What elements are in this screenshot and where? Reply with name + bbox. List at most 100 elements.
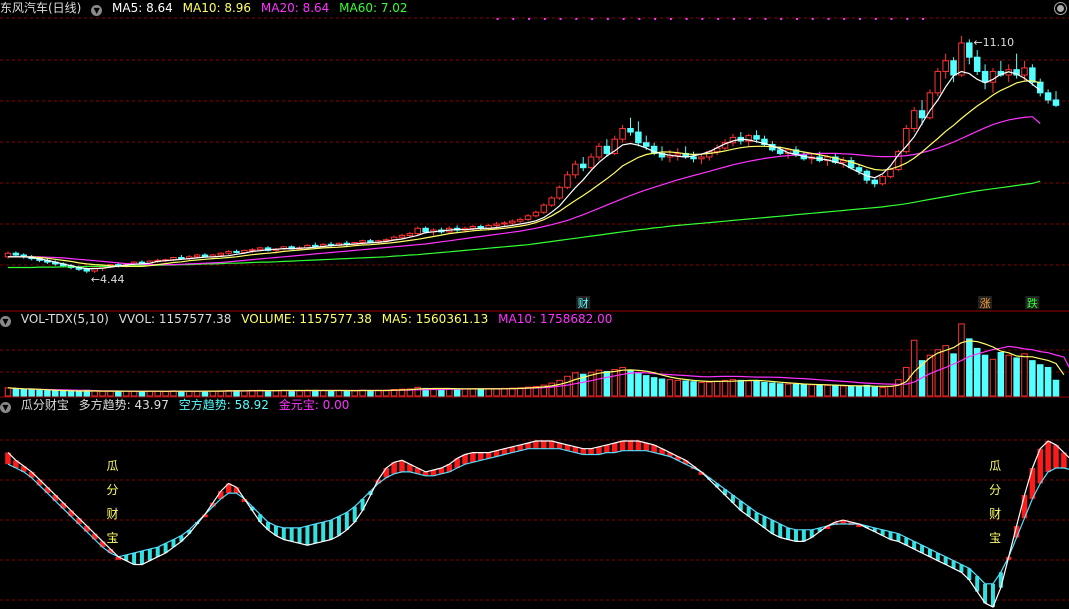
candle-body (595, 145, 603, 158)
indicator-bar-bear (289, 527, 294, 542)
volume-bar (1005, 354, 1012, 397)
candle-body (635, 131, 642, 144)
volume-bar (52, 390, 59, 397)
candle-body (690, 156, 697, 160)
marker-label: 财 (578, 296, 589, 310)
panel-options-icon[interactable] (1054, 2, 1067, 15)
candle-body (887, 168, 894, 178)
signal-dot (859, 18, 862, 20)
volume-bar (359, 389, 366, 397)
signal-dot (732, 18, 735, 20)
volume-panel[interactable] (4, 323, 1069, 397)
volume-bar (713, 380, 721, 397)
indicator-name: 瓜分财宝 (20, 398, 69, 412)
volume-bar (997, 351, 1005, 397)
candle-body (406, 233, 414, 236)
indicator-bar-bull (541, 441, 547, 449)
volume-bar (1052, 379, 1060, 397)
volume-bar (193, 390, 201, 397)
candle-body (572, 163, 579, 176)
signal-dot (795, 18, 798, 20)
indicator-bar-bull (1053, 444, 1059, 469)
volume-ma10-legend: MA10: 1758682.00 (498, 312, 613, 326)
indicator-bar-bull (635, 441, 642, 451)
indicator-bar-bear (147, 549, 152, 561)
volume-bar (272, 390, 280, 397)
ma20-line (8, 116, 1041, 266)
volume-bar (871, 386, 879, 397)
indicator-annotation-char: 分 (107, 483, 119, 497)
volume-bar (1013, 357, 1020, 397)
candle-body (942, 60, 949, 72)
signal-dot (512, 18, 515, 20)
indicator-bar-bear (281, 527, 286, 540)
volume-bar (1021, 353, 1028, 397)
candle-body (540, 204, 548, 213)
signal-dot (701, 18, 704, 20)
indicator-bar-bull (478, 452, 484, 461)
indicator-annotation-char: 分 (989, 483, 1001, 497)
candle-body (910, 110, 918, 129)
dropdown-arrow-icon[interactable]: ▼ (0, 316, 11, 327)
volume-bar (59, 390, 67, 397)
volume-bar (382, 389, 390, 397)
volume-bar (469, 388, 477, 397)
indicator-bar-bull (643, 442, 650, 451)
volume-bar (855, 385, 863, 397)
candle-body (966, 42, 973, 58)
indicator-bar-bear (313, 524, 318, 544)
candle-body (138, 261, 146, 264)
volume-bar (556, 379, 563, 397)
volume-bar (477, 388, 485, 397)
volume-bar (564, 375, 571, 397)
price-panel[interactable]: ←11.10 ←4.44 财 涨 跌 (4, 18, 1060, 310)
volume-bar (28, 389, 35, 397)
stock-chart-canvas: ←11.10←4.44财涨跌 瓜分财宝瓜分财宝 (0, 17, 1069, 608)
candle-body (256, 247, 264, 251)
signal-dot (890, 18, 893, 20)
candle-body (556, 186, 563, 199)
indicator-bar-bull (91, 533, 98, 540)
signal-dot (764, 18, 767, 20)
volume-bar (966, 338, 973, 397)
indicator-bar-bull (533, 441, 539, 449)
candle-body (1021, 67, 1028, 76)
indicator-bar-bear (132, 552, 137, 565)
indicator-bar-bull (52, 495, 59, 501)
volume-bar (942, 345, 949, 397)
indicator-bar-bull (627, 441, 634, 451)
candle-body (524, 215, 532, 220)
volume-bar (44, 390, 51, 397)
volume-bar (327, 390, 335, 397)
volume-bar (146, 390, 154, 397)
indicator-annotation-char: 宝 (107, 531, 119, 545)
volume-indicator-label: VOL-TDX(5,10) (20, 312, 109, 326)
candle-body (674, 152, 682, 156)
indicator-bar-bull (99, 541, 106, 548)
volume-bar (674, 379, 682, 397)
dropdown-arrow-icon[interactable]: ▼ (0, 402, 11, 413)
candle-body (1044, 92, 1052, 101)
indicator-bar-bear (793, 529, 798, 542)
candle-body (579, 163, 587, 169)
candle-body (532, 211, 540, 217)
candle-body (1029, 67, 1036, 83)
dropdown-arrow-icon[interactable]: ▼ (91, 5, 103, 16)
volume-bar (800, 384, 808, 397)
indicator-bar-bear (801, 529, 806, 542)
candle-body (958, 42, 965, 76)
volume-bar (690, 381, 697, 397)
volume-bar (753, 380, 760, 397)
signal-dot (606, 18, 609, 20)
volume-bar (981, 354, 989, 397)
volume-bar (319, 390, 327, 397)
indicator-bar-bull (470, 452, 476, 463)
indicator-panel[interactable]: 瓜分财宝 瓜分财宝 (5, 440, 1069, 608)
volume-bar (296, 390, 303, 397)
signal-dot (654, 18, 657, 20)
bear-trend-line (7, 448, 1069, 585)
indicator-annotation-char: 财 (107, 507, 119, 521)
volume-bar (351, 390, 358, 397)
volume-bar (67, 390, 75, 397)
candle-body (950, 60, 957, 76)
